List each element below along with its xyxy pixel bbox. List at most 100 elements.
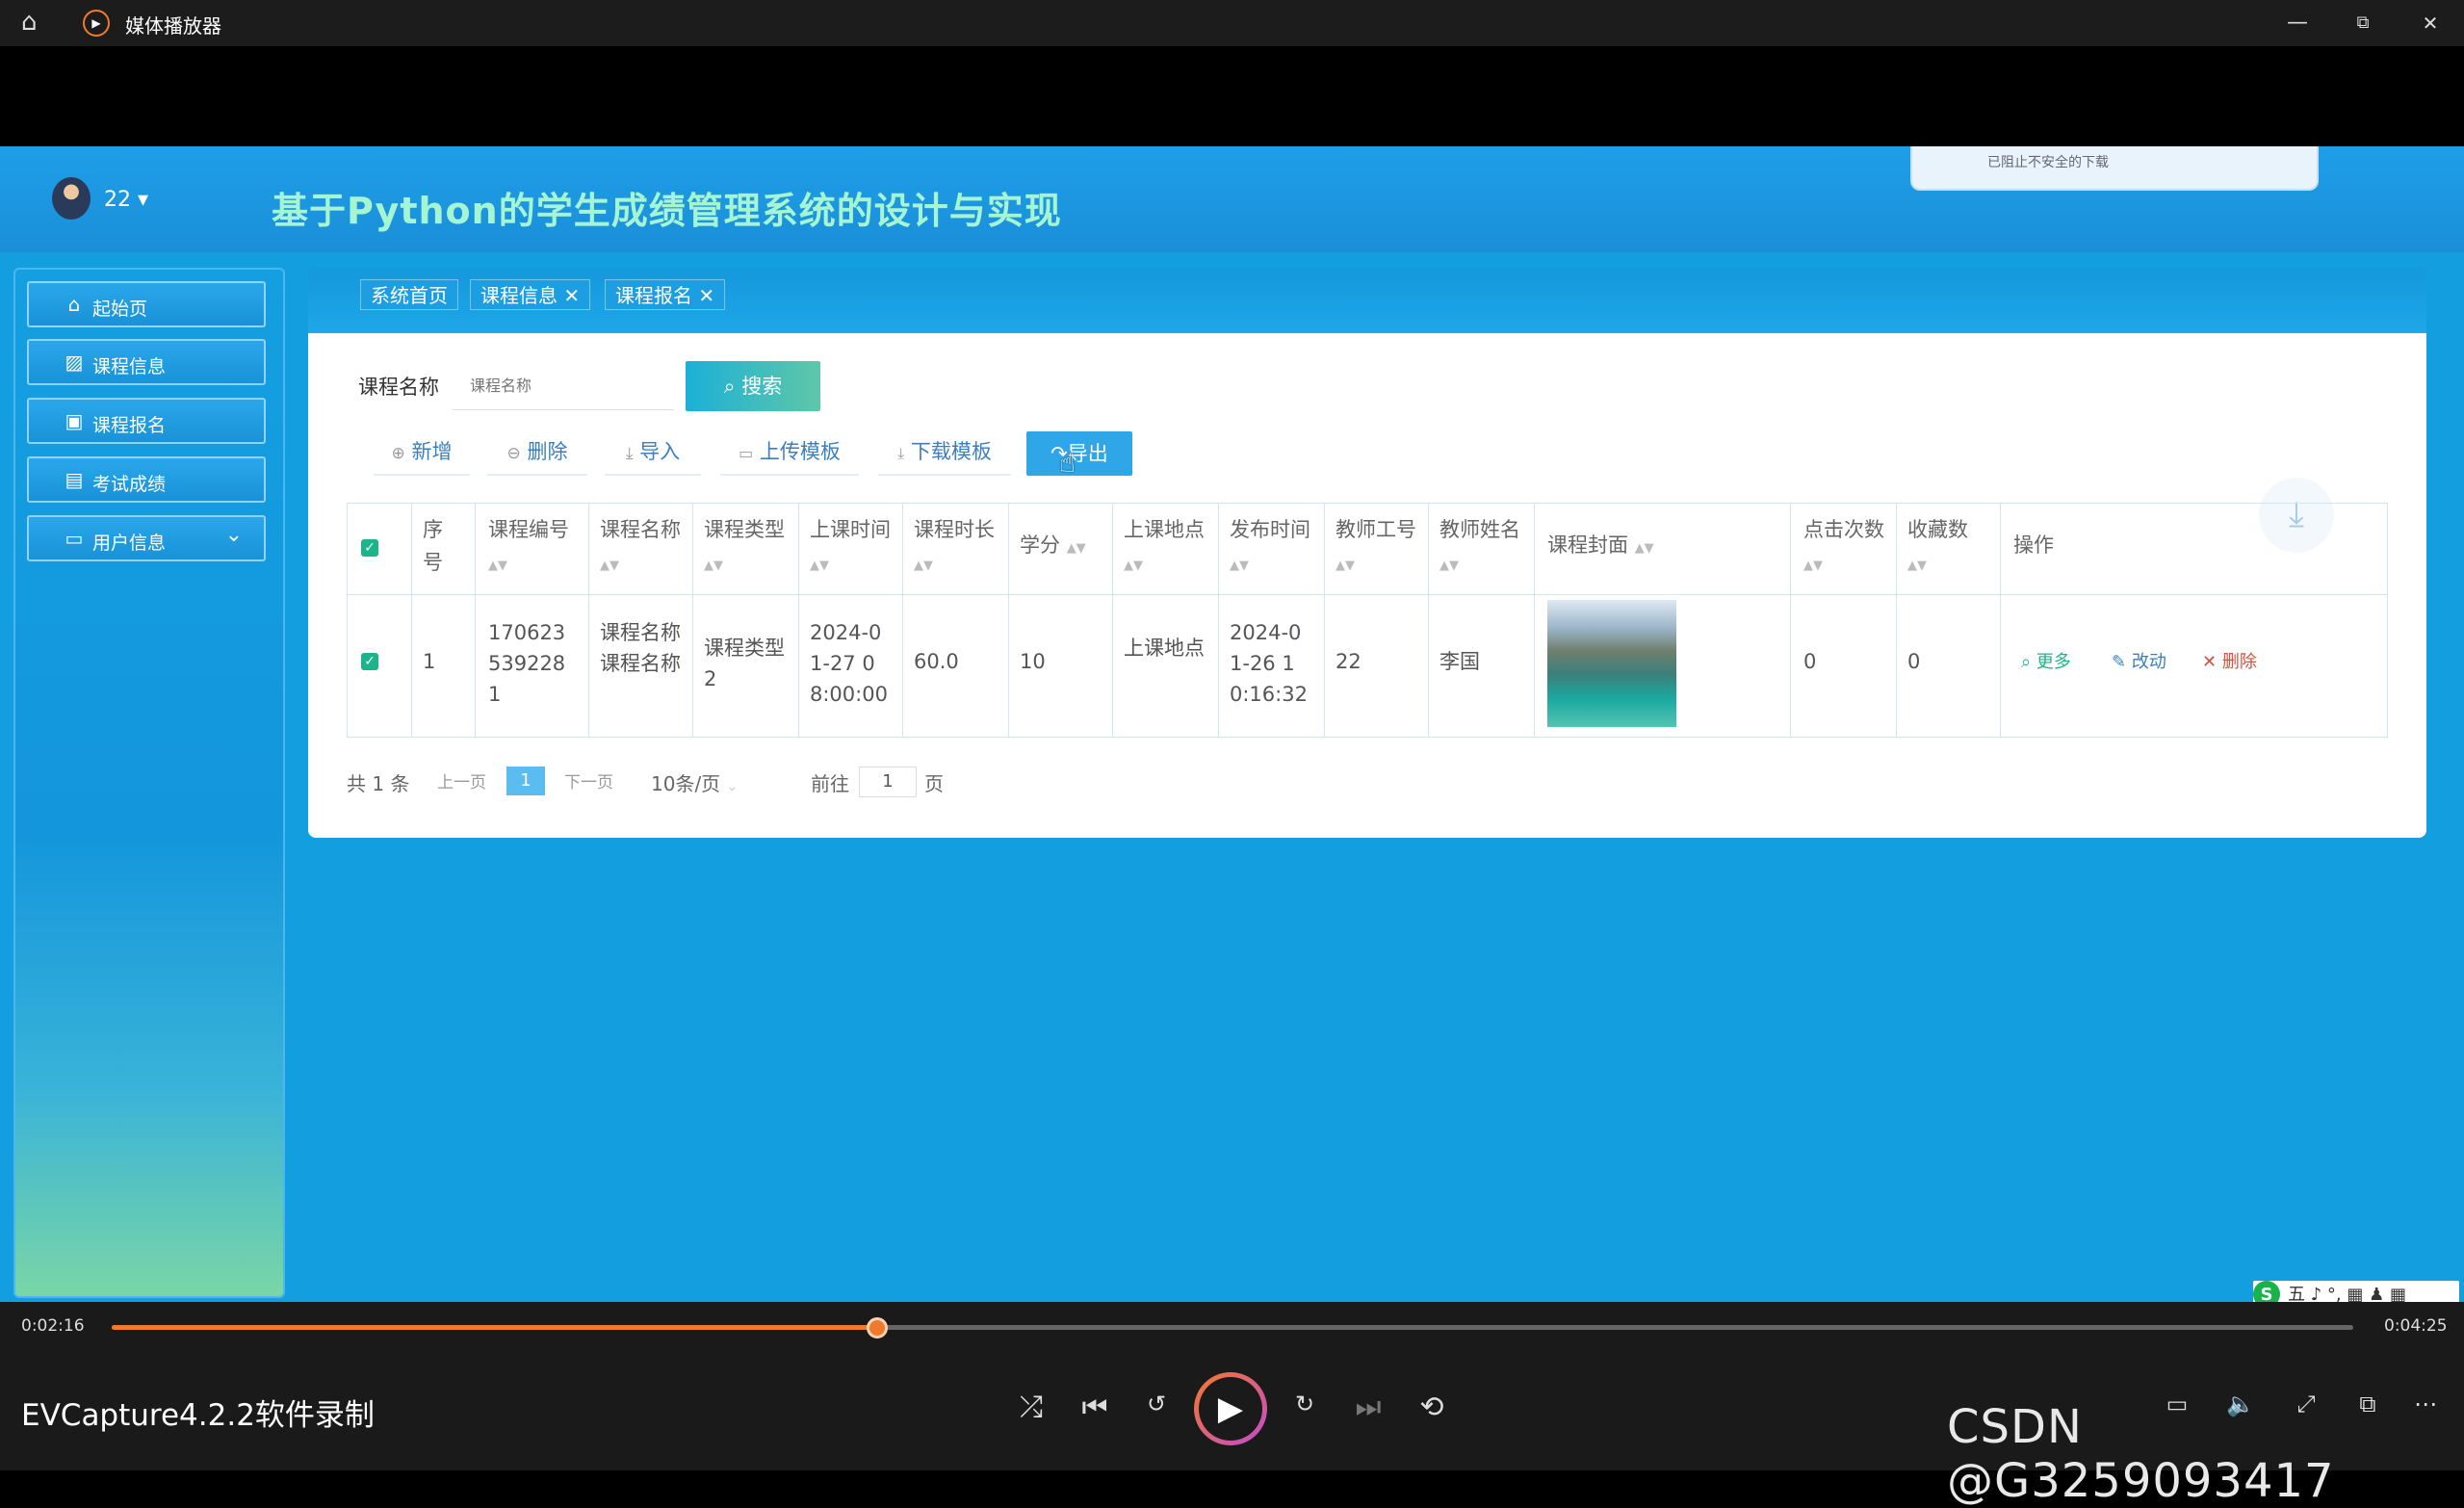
- download-blocked-banner[interactable]: 已阻止不安全的下载: [1910, 146, 2319, 191]
- page-number-current[interactable]: 1: [506, 767, 545, 795]
- next-track-icon[interactable]: ⏭: [1344, 1391, 1392, 1424]
- column-header-duration[interactable]: 课程时长 ▲▼: [914, 513, 995, 583]
- next-page-button[interactable]: 下一页: [564, 768, 613, 793]
- sort-icon[interactable]: ▲▼: [1907, 559, 1927, 573]
- tab-course-enroll[interactable]: 课程报名 ✕: [605, 279, 726, 310]
- repeat-icon[interactable]: ⟲: [1408, 1391, 1456, 1424]
- sidebar-item-course-enroll[interactable]: ▣ 课程报名: [27, 398, 266, 444]
- sort-icon[interactable]: ▲▼: [1336, 559, 1355, 573]
- column-header-credit[interactable]: 学分 ▲▼: [1020, 529, 1106, 565]
- cell-favorites: 0: [1907, 650, 1921, 673]
- home-icon: ⌂: [67, 293, 81, 316]
- pagination-total: 共 1 条: [347, 772, 410, 795]
- page-size-select[interactable]: 10条/页 ⌄: [651, 768, 738, 796]
- column-header-label: 课程编号: [488, 518, 569, 541]
- column-header-clicks[interactable]: 点击次数 ▲▼: [1803, 513, 1884, 583]
- sort-icon[interactable]: ▲▼: [1803, 559, 1823, 573]
- cell-teacher-name: 李国: [1439, 650, 1480, 673]
- chart-icon: ▨: [65, 351, 84, 374]
- total-time: 0:04:25: [2384, 1316, 2448, 1336]
- row-checkbox[interactable]: ✓: [361, 653, 378, 670]
- user-menu[interactable]: 22 ▾: [104, 188, 148, 212]
- row-more-button[interactable]: ⌕ 更多: [2021, 648, 2071, 673]
- column-header-cover[interactable]: 课程封面 ▲▼: [1547, 529, 1759, 565]
- sort-icon[interactable]: ▲▼: [1230, 559, 1249, 573]
- sort-icon[interactable]: ▲▼: [810, 559, 829, 573]
- previous-track-icon[interactable]: ⏮: [1071, 1391, 1119, 1424]
- row-delete-button[interactable]: ✕ 删除: [2202, 648, 2257, 673]
- column-header-label: 教师姓名: [1439, 518, 1520, 541]
- upload-template-button[interactable]: ▭ 上传模板: [720, 429, 859, 476]
- sort-icon[interactable]: ▲▼: [1439, 559, 1459, 573]
- minus-circle-icon: ⊖: [506, 444, 521, 463]
- sort-icon[interactable]: ▲▼: [600, 559, 619, 573]
- column-header-course-type[interactable]: 课程类型 ▲▼: [704, 513, 785, 583]
- column-header-teacher-no[interactable]: 教师工号 ▲▼: [1336, 513, 1416, 583]
- sort-icon[interactable]: ▲▼: [914, 559, 933, 573]
- sidebar-item-home[interactable]: ⌂ 起始页: [27, 281, 266, 327]
- column-header-teacher-name[interactable]: 教师姓名 ▲▼: [1439, 513, 1520, 583]
- row-more-label: 更多: [2036, 652, 2071, 672]
- tab-course-info[interactable]: 课程信息 ✕: [470, 279, 591, 310]
- sidebar-item-label: 起始页: [92, 299, 148, 320]
- column-header-label: 教师工号: [1336, 518, 1416, 541]
- sort-icon[interactable]: ▲▼: [1635, 541, 1654, 556]
- cell-duration: 60.0: [914, 650, 959, 673]
- tab-system-home[interactable]: 系统首页: [360, 279, 458, 310]
- search-button-label: 搜索: [741, 375, 783, 398]
- avatar[interactable]: [52, 177, 91, 220]
- row-edit-button[interactable]: ✎ 改动: [2112, 648, 2166, 673]
- export-button[interactable]: ↷导出: [1026, 431, 1132, 476]
- import-button[interactable]: ⤓ 导入: [605, 429, 701, 476]
- cell-course-name: 课程名称课程名称: [600, 621, 681, 675]
- sidebar-item-user-info[interactable]: ▭ 用户信息 ⌄: [27, 515, 266, 561]
- sidebar-item-exam-scores[interactable]: ▤ 考试成绩: [27, 456, 266, 503]
- add-button[interactable]: ⊕ 新增: [374, 429, 470, 476]
- cell-course-type: 课程类型2: [704, 637, 785, 690]
- minimize-button[interactable]: —: [2278, 8, 2317, 39]
- hand-cursor-icon: ☝: [1059, 447, 1076, 479]
- column-header-favorites[interactable]: 收藏数 ▲▼: [1907, 513, 1988, 583]
- search-button[interactable]: ⌕ 搜索: [686, 361, 820, 411]
- column-header-course-no[interactable]: 课程编号 ▲▼: [488, 513, 580, 583]
- clipboard-icon: ▣: [65, 409, 84, 432]
- column-header-place[interactable]: 上课地点 ▲▼: [1124, 513, 1205, 583]
- prev-page-button[interactable]: 上一页: [437, 768, 486, 793]
- sidebar-item-label: 考试成绩: [92, 474, 167, 495]
- rewind-10-icon[interactable]: ↺: [1132, 1391, 1180, 1417]
- close-button[interactable]: ✕: [2411, 8, 2450, 39]
- upload-template-label: 上传模板: [759, 440, 841, 463]
- home-icon[interactable]: ⌂: [21, 8, 38, 37]
- sort-icon[interactable]: ▲▼: [704, 559, 723, 573]
- download-template-button[interactable]: ⤓ 下载模板: [878, 429, 1011, 476]
- chat-icon: ▤: [65, 468, 84, 491]
- seek-handle[interactable]: [867, 1317, 888, 1339]
- course-cover-image[interactable]: [1547, 600, 1676, 727]
- sort-icon[interactable]: ▲▼: [1124, 559, 1143, 573]
- select-all-checkbox[interactable]: ✓: [361, 539, 378, 557]
- forward-30-icon[interactable]: ↻: [1281, 1391, 1329, 1417]
- data-table: ✓ 序号 课程编号 ▲▼ 课程名称 ▲▼ 课程类型 ▲▼ 上课时间 ▲▼ 课程时长…: [347, 503, 2388, 738]
- play-button[interactable]: ▶: [1194, 1372, 1267, 1445]
- column-header-course-name[interactable]: 课程名称 ▲▼: [600, 513, 681, 583]
- column-header-label: 上课地点: [1124, 518, 1205, 541]
- column-header-publish-time[interactable]: 发布时间 ▲▼: [1230, 513, 1310, 583]
- search-input[interactable]: [453, 364, 674, 410]
- column-header-label: 点击次数: [1803, 518, 1884, 541]
- goto-page-input[interactable]: 1: [859, 767, 917, 797]
- close-icon: ✕: [2202, 652, 2218, 672]
- sort-icon[interactable]: ▲▼: [1067, 541, 1086, 556]
- column-header-class-time[interactable]: 上课时间 ▲▼: [810, 513, 891, 583]
- delete-button[interactable]: ⊖ 删除: [487, 429, 587, 476]
- column-header-label: 发布时间: [1230, 518, 1310, 541]
- sidebar-item-course-info[interactable]: ▨ 课程信息: [27, 339, 266, 385]
- tray-download-icon: ⤓: [897, 444, 905, 462]
- media-player-logo-icon: ▶: [83, 10, 110, 37]
- restore-button[interactable]: ⧉: [2344, 8, 2382, 39]
- folder-icon: ▭: [739, 444, 754, 462]
- sort-icon[interactable]: ▲▼: [488, 559, 507, 573]
- column-header-label: 上课时间: [810, 518, 891, 541]
- column-header-label: 课程名称: [600, 518, 681, 541]
- shuffle-icon[interactable]: ⤮: [1007, 1391, 1055, 1424]
- column-header-index[interactable]: 序号: [423, 513, 461, 579]
